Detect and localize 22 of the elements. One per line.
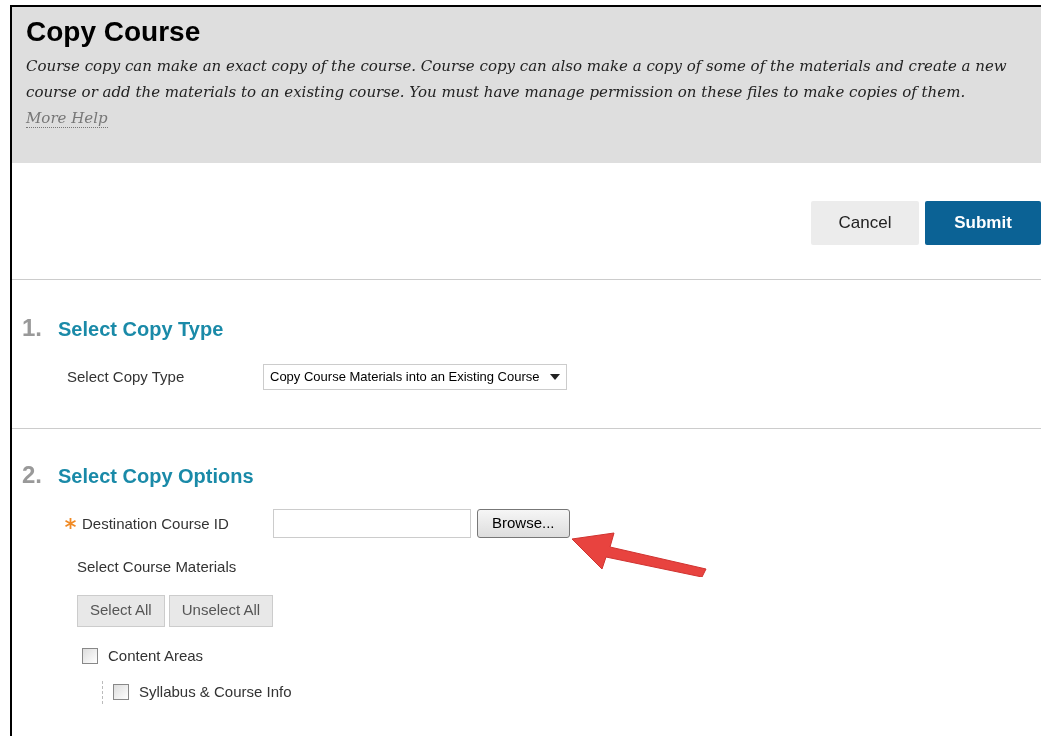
checkbox-label: Syllabus & Course Info: [139, 682, 292, 702]
checkbox[interactable]: [82, 647, 98, 664]
cancel-button[interactable]: Cancel: [811, 201, 919, 245]
page-description: Course copy can make an exact copy of the course. Course copy can also make a copy of some of the materials and create a new course or add the materials to an existing course. You must have manage permission on these files to make copies of them. More Help: [26, 56, 1008, 130]
destination-course-field[interactable]: [273, 509, 471, 538]
field-label: Destination Course ID: [82, 514, 230, 534]
help-link[interactable]: More Help: [26, 109, 108, 128]
section-heading: Select Copy Options: [58, 464, 254, 489]
section-label: Select Course Materials: [76, 557, 238, 577]
select-all-button[interactable]: Select All: [77, 594, 165, 627]
dropdown-caret-icon: [549, 374, 560, 380]
copy-type-select[interactable]: Copy Course Materials into an Existing Course: [263, 364, 567, 390]
checkbox-label: Content Areas: [108, 645, 204, 666]
submit-button[interactable]: Submit: [925, 201, 1041, 245]
section-heading: Select Copy Type: [58, 317, 224, 342]
field-label: Select Copy Type: [67, 366, 186, 387]
checkbox[interactable]: [113, 684, 129, 701]
step-number: 2.: [22, 460, 42, 490]
unselect-all-button[interactable]: Unselect All: [168, 594, 274, 627]
browse-button[interactable]: Browse...: [477, 509, 570, 538]
page-title: Copy Course: [26, 15, 202, 49]
step-number: 1.: [22, 313, 42, 343]
